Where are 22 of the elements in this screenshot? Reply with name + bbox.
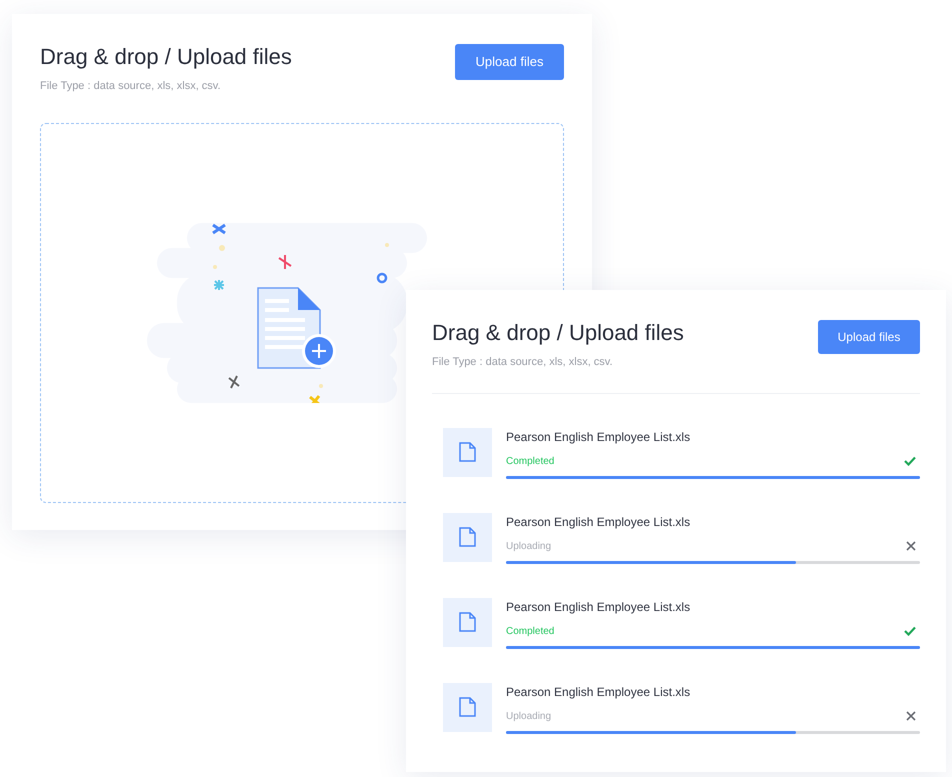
close-icon[interactable] [906, 541, 916, 552]
document-icon [459, 442, 476, 462]
close-icon[interactable] [906, 711, 916, 722]
document-icon [459, 697, 476, 718]
file-status: Completed [506, 454, 554, 469]
file-status: Completed [506, 624, 554, 639]
panel-title: Drag & drop / Upload files [40, 44, 292, 70]
file-name: Pearson English Employee List.xls [506, 428, 692, 446]
panel-title: Drag & drop / Upload files [432, 320, 684, 346]
document-icon [459, 612, 476, 632]
upload-button[interactable]: Upload files [455, 44, 564, 80]
check-icon [904, 626, 916, 636]
file-status: Uploading [506, 540, 552, 554]
file-status: Uploading [506, 710, 552, 724]
file-name: Pearson English Employee List.xls [506, 514, 692, 531]
check-icon [904, 456, 916, 466]
file-type-hint: File Type : data source, xls, xlsx, csv. [40, 79, 222, 94]
file-name: Pearson English Employee List.xls [506, 684, 692, 701]
document-icon [459, 527, 476, 548]
upload-button[interactable]: Upload files [818, 320, 920, 354]
file-name: Pearson English Employee List.xls [506, 598, 692, 616]
file-type-hint: File Type : data source, xls, xlsx, csv. [432, 355, 614, 370]
